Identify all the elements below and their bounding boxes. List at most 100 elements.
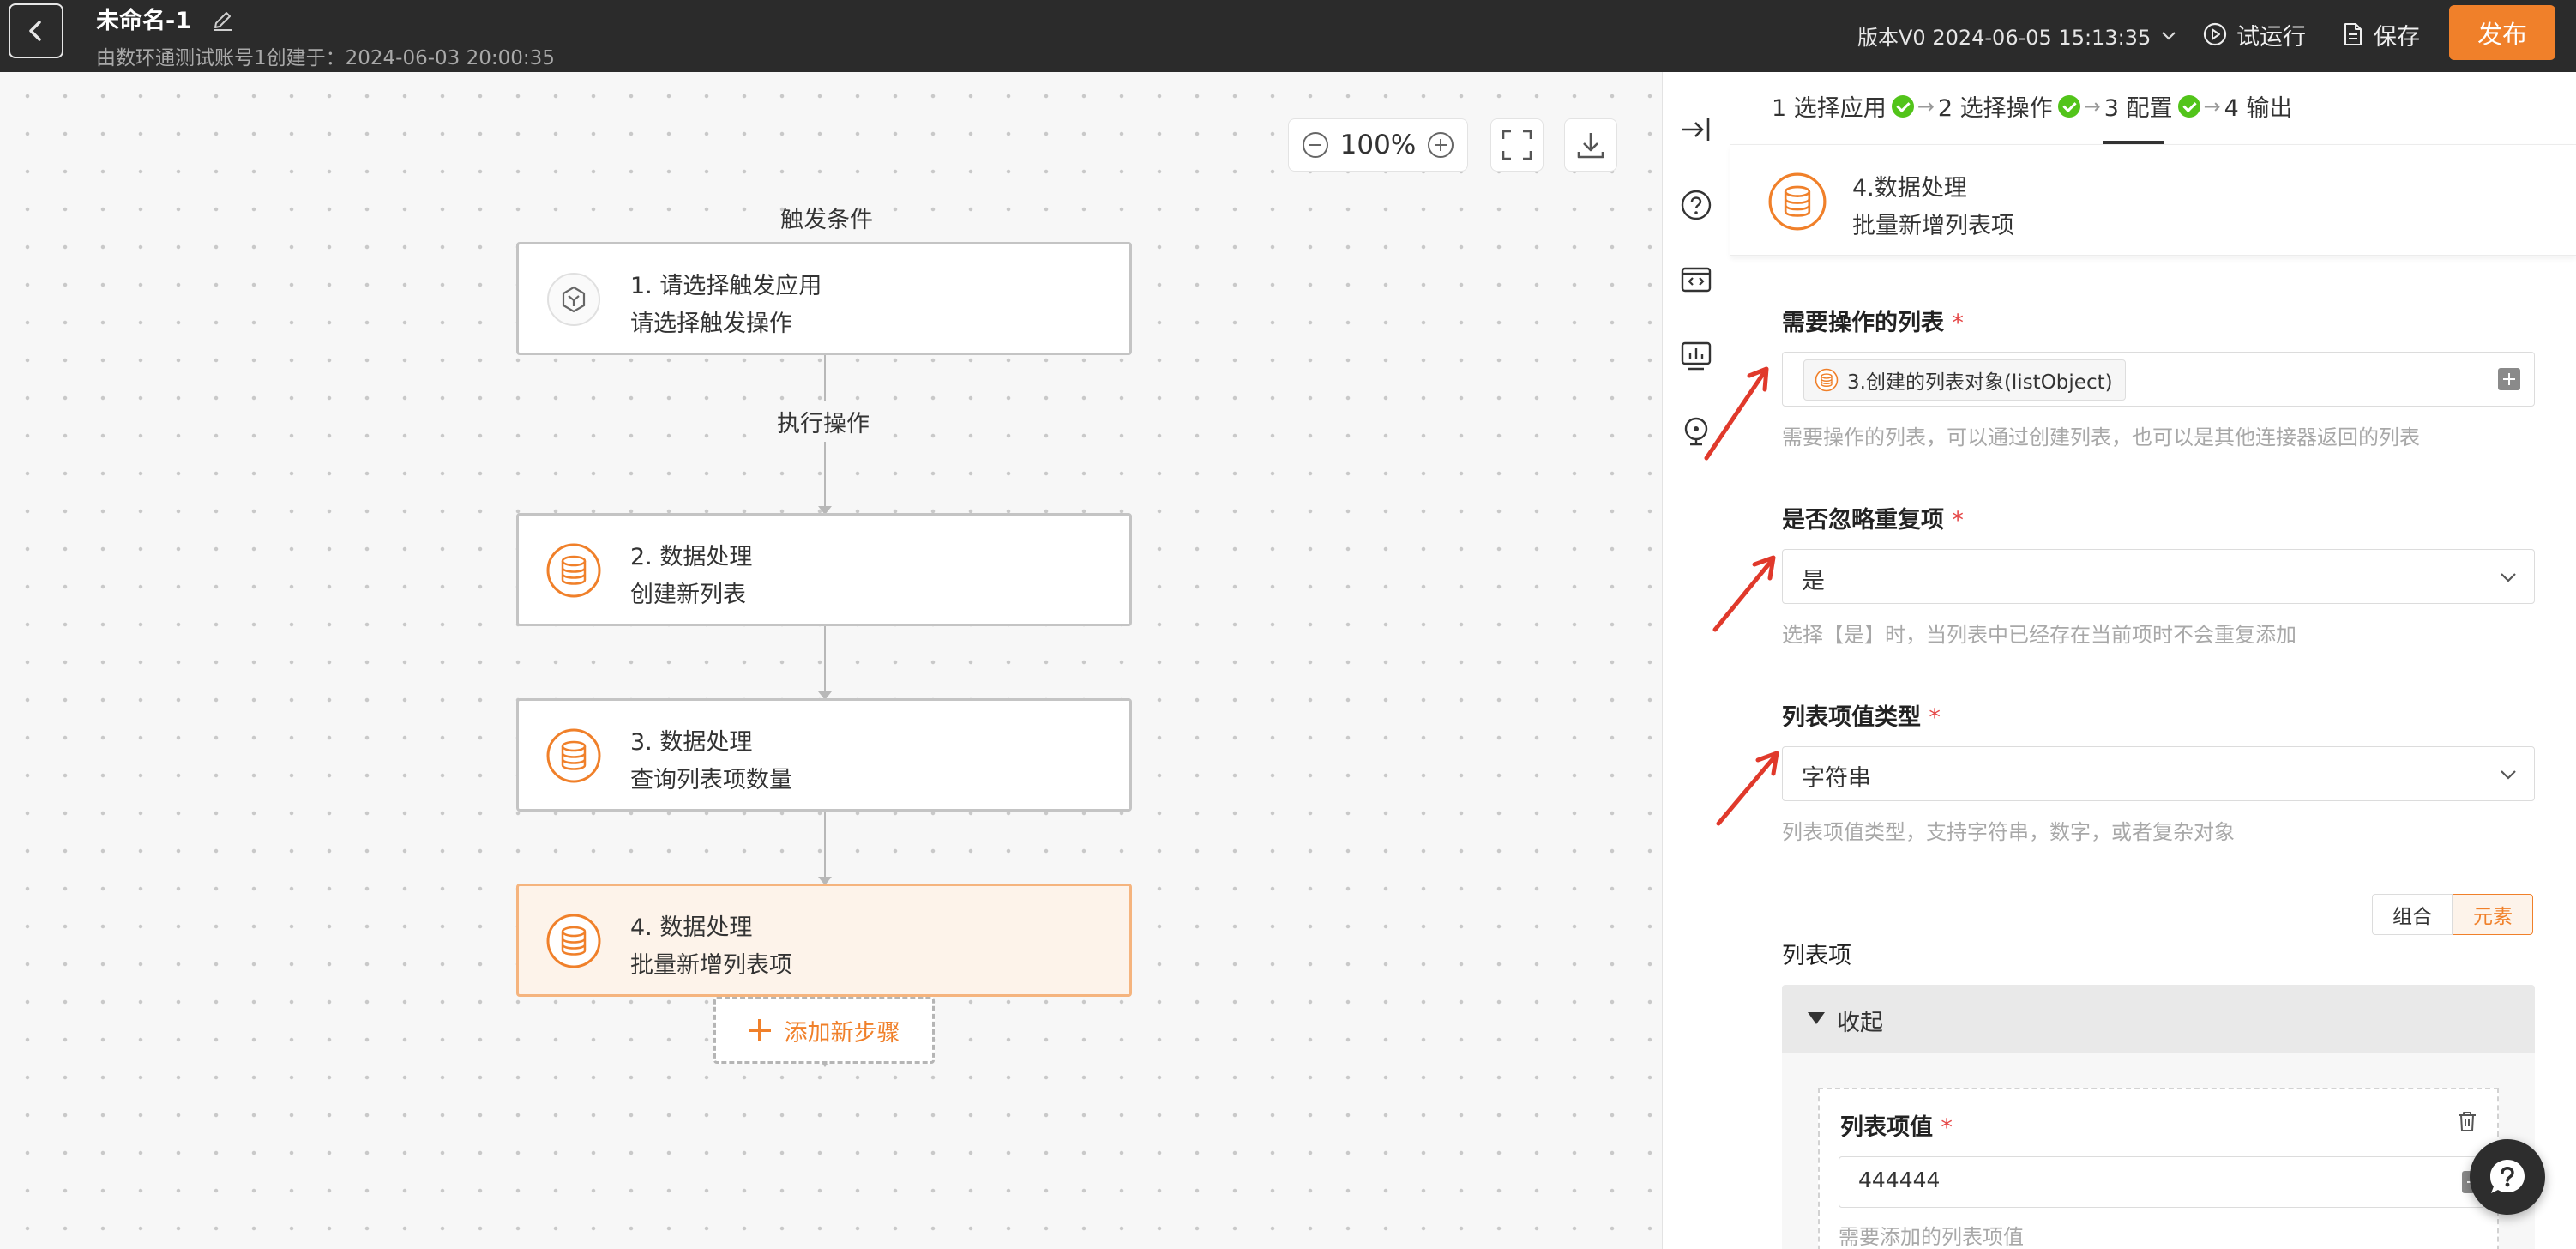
select-value: 字符串 [1802, 765, 1871, 792]
fullscreen-icon [1502, 130, 1532, 160]
database-icon [546, 543, 601, 598]
connector-line [824, 626, 826, 695]
hexagon-app-icon [547, 273, 600, 326]
plus-icon [748, 1019, 771, 1041]
panel-header-title: 4.数据处理 [1852, 175, 1967, 202]
connector-line [824, 444, 826, 510]
download-icon [1577, 133, 1604, 159]
zoom-in-icon[interactable] [1427, 132, 1454, 158]
step-label: 4 输出 [2224, 95, 2293, 122]
edit-icon[interactable] [211, 9, 235, 33]
node-subtitle: 请选择触发操作 [630, 311, 792, 337]
node-title: 2. 数据处理 [630, 544, 753, 570]
step-select-app[interactable]: 1 选择应用 [1772, 89, 1914, 123]
annotation-arrow [1716, 751, 1779, 826]
type-field-label: 列表项值类型 * [1782, 698, 1941, 732]
version-selector[interactable]: 版本V0 2024-06-05 15:13:35 [1857, 21, 2151, 51]
check-icon [1891, 94, 1914, 118]
list-field-input[interactable]: 3.创建的列表对象(listObject) [1782, 352, 2535, 407]
node-subtitle: 创建新列表 [630, 582, 746, 608]
required-mark: * [1952, 310, 1964, 336]
node-title: 3. 数据处理 [630, 729, 753, 756]
panel-header: 4.数据处理 批量新增列表项 [1730, 144, 2576, 256]
workflow-title: 未命名-1 [96, 8, 191, 34]
element-mode-button[interactable]: 元素 [2453, 894, 2533, 935]
variable-tag[interactable]: 3.创建的列表对象(listObject) [1803, 359, 2126, 401]
label-text: 列表项值类型 [1782, 704, 1921, 731]
step-output[interactable]: 4 输出 [2224, 89, 2293, 123]
creator-info: 由数环通测试账号1创建于：2024-06-03 20:00:35 [96, 47, 555, 69]
combo-mode-button[interactable]: 组合 [2372, 894, 2453, 935]
step-configure[interactable]: 3 配置 [2104, 89, 2200, 123]
node-title: 1. 请选择触发应用 [630, 273, 822, 299]
node-subtitle: 查询列表项数量 [630, 767, 792, 793]
help-icon[interactable] [1678, 187, 1714, 223]
fullscreen-button[interactable] [1490, 118, 1544, 172]
code-window-icon[interactable] [1678, 262, 1714, 299]
ignore-field-label: 是否忽略重复项 * [1782, 501, 1964, 534]
required-mark: * [1952, 507, 1964, 534]
label-text: 需要操作的列表 [1782, 310, 1944, 336]
list-items-label: 列表项 [1782, 943, 1851, 969]
node-subtitle: 批量新增列表项 [630, 952, 792, 979]
trash-icon[interactable] [2454, 1108, 2480, 1134]
question-bubble-icon [2490, 1160, 2525, 1193]
item-value-input[interactable]: 444444 [1839, 1156, 2485, 1208]
chevron-down-icon[interactable] [2159, 26, 2178, 45]
item-type-select[interactable]: 字符串 [1782, 746, 2535, 801]
annotation-arrow [1704, 366, 1769, 461]
list-field-label: 需要操作的列表 * [1782, 304, 1964, 337]
step-arrow: → [2203, 94, 2221, 118]
list-item-card: 列表项值 * 444444 需要添加的列表项值 [1818, 1088, 2499, 1249]
back-button[interactable] [9, 3, 63, 58]
action-label: 执行操作 [777, 401, 870, 442]
step-indicator: 1 选择应用 → 2 选择操作 → 3 配置 → 4 输出 [1772, 89, 2292, 123]
required-mark: * [1929, 704, 1941, 731]
node-title: 4. 数据处理 [630, 914, 753, 941]
annotation-arrow [1712, 555, 1776, 632]
database-icon [1768, 172, 1827, 231]
select-value: 是 [1802, 568, 1825, 594]
step-label: 1 选择应用 [1772, 95, 1887, 122]
step-arrow: → [1917, 94, 1935, 118]
download-button[interactable] [1564, 118, 1617, 172]
ignore-duplicates-select[interactable]: 是 [1782, 549, 2535, 604]
panel-header-subtitle: 批量新增列表项 [1852, 213, 2014, 239]
caret-down-icon [1808, 1012, 1825, 1024]
ignore-field-hint: 选择【是】时，当列表中已经存在当前项时不会重复添加 [1782, 623, 2296, 647]
help-chat-button[interactable] [2470, 1139, 2545, 1215]
type-field-hint: 列表项值类型，支持字符串，数字，或者复杂对象 [1782, 820, 2235, 844]
check-icon [2177, 94, 2200, 118]
flow-node-4[interactable]: 4. 数据处理 批量新增列表项 [516, 884, 1132, 997]
add-step-label: 添加新步骤 [784, 1019, 900, 1047]
side-toolbar [1662, 72, 1730, 1249]
top-bar: 未命名-1 由数环通测试账号1创建于：2024-06-03 20:00:35 版… [0, 0, 2576, 72]
list-field-hint: 需要操作的列表，可以通过创建列表，也可以是其他连接器返回的列表 [1782, 425, 2420, 450]
variable-tag-label: 3.创建的列表对象(listObject) [1847, 371, 2113, 394]
collapse-toggle[interactable]: 收起 [1782, 985, 2535, 1053]
collapse-panel-icon[interactable] [1678, 112, 1714, 148]
flow-canvas[interactable]: 100% 触发条件 1. 请选择触发应用 请选择触发操作 执行操作 2. 数据处… [0, 72, 1662, 1249]
publish-button[interactable]: 发布 [2449, 5, 2555, 60]
database-icon [546, 728, 601, 783]
flow-node-3[interactable]: 3. 数据处理 查询列表项数量 [516, 698, 1132, 812]
required-mark: * [1941, 1114, 1953, 1141]
zoom-out-icon[interactable] [1303, 132, 1328, 158]
trigger-label: 触发条件 [780, 207, 873, 233]
zoom-level: 100% [1339, 130, 1417, 160]
test-run-button[interactable]: 试运行 [2202, 17, 2306, 51]
flow-node-1[interactable]: 1. 请选择触发应用 请选择触发操作 [516, 242, 1132, 355]
label-text: 是否忽略重复项 [1782, 507, 1944, 534]
play-circle-icon [2203, 22, 2227, 46]
save-label: 保存 [2374, 23, 2420, 51]
chevron-down-icon [2501, 770, 2516, 780]
test-run-label: 试运行 [2236, 23, 2306, 51]
database-icon [546, 914, 601, 968]
step-select-action[interactable]: 2 选择操作 [1938, 89, 2080, 123]
save-button[interactable]: 保存 [2341, 17, 2420, 51]
insert-variable-icon[interactable] [2498, 368, 2520, 390]
mode-toggle: 组合 元素 [2372, 894, 2533, 935]
flow-node-2[interactable]: 2. 数据处理 创建新列表 [516, 513, 1132, 626]
add-step-button[interactable]: 添加新步骤 [713, 997, 935, 1064]
item-value-label: 列表项值 * [1840, 1108, 1953, 1142]
